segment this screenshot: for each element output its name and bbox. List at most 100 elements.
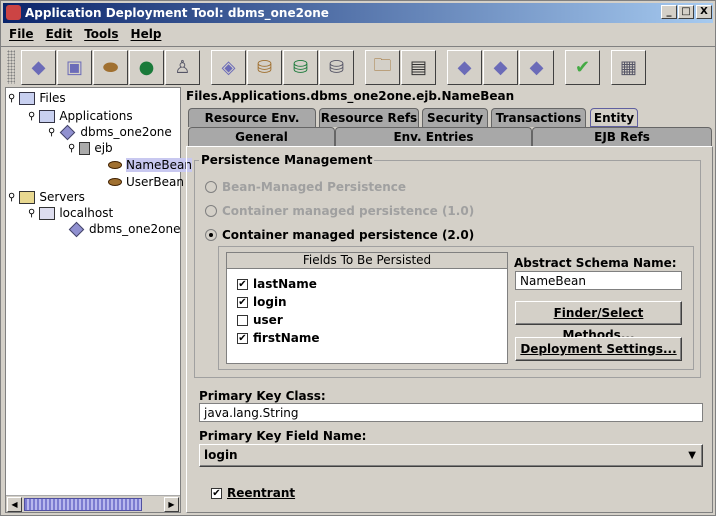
field-name: user [253, 313, 283, 327]
finder-select-methods-button[interactable]: Finder/Select Methods... [515, 301, 682, 342]
bean-icon [108, 161, 122, 169]
servers-icon [19, 190, 36, 204]
radio-circle [205, 229, 217, 241]
tree-node-app[interactable]: ⚲ dbms_one2one [48, 124, 172, 140]
tree-node-applications[interactable]: ⚲ Applications [28, 109, 133, 123]
radio-bean-managed[interactable]: Bean-Managed Persistence [205, 180, 406, 194]
schema-name-input[interactable]: NameBean [515, 271, 682, 290]
pk-class-label: Primary Key Class: [199, 389, 326, 403]
app-icon [6, 5, 21, 20]
tab-env-entries[interactable]: Env. Entries [335, 127, 532, 146]
toolbar-grip[interactable] [7, 50, 15, 84]
expand-icon[interactable]: ⚲ [48, 127, 55, 138]
new-application-icon[interactable]: ◆ [21, 50, 56, 85]
open-icon[interactable]: 🗀 [365, 50, 400, 85]
radio-circle [205, 205, 217, 217]
expand-icon[interactable]: ⚲ [8, 93, 15, 104]
expand-icon[interactable]: ⚲ [68, 143, 75, 154]
tree-node-ejb[interactable]: ⚲ ejb [68, 141, 113, 155]
add-web-jar-icon[interactable]: ⛁ [283, 50, 318, 85]
maximize-button[interactable]: □ [678, 5, 694, 19]
add-bean-jar-icon[interactable]: ⛁ [247, 50, 282, 85]
tab-transactions[interactable]: Transactions [491, 108, 586, 127]
window-title: Application Deployment Tool: dbms_one2on… [25, 6, 329, 20]
fields-table: Fields To Be Persisted ✔ lastName ✔ login us… [226, 252, 508, 364]
tree-node-deployed-app[interactable]: dbms_one2one [68, 221, 180, 237]
menu-edit[interactable]: Edit [40, 25, 79, 43]
radio-cmp-1[interactable]: Container managed persistence (1.0) [205, 204, 474, 218]
scroll-right-icon[interactable]: ▶ [164, 497, 179, 512]
new-bean-icon[interactable]: ⬬ [93, 50, 128, 85]
expand-icon[interactable]: ⚲ [28, 208, 35, 219]
add-client-jar-icon[interactable]: ⛁ [319, 50, 354, 85]
close-button[interactable]: X [696, 5, 712, 19]
checkbox-box: ✔ [211, 487, 222, 499]
tab-general[interactable]: General [188, 127, 335, 146]
tab-entity[interactable]: Entity [590, 108, 638, 127]
button-label: Deployment Settings... [520, 342, 677, 356]
tree-node-servers[interactable]: ⚲ Servers [8, 190, 85, 204]
checkbox-box[interactable]: ✔ [237, 296, 248, 308]
reentrant-checkbox[interactable]: ✔ Reentrant [211, 486, 295, 500]
pk-class-input[interactable]: java.lang.String [199, 403, 703, 422]
new-ejb-icon[interactable]: ▣ [57, 50, 92, 85]
pk-field-label: Primary Key Field Name: [199, 429, 367, 443]
tab-security[interactable]: Security [422, 108, 488, 127]
pk-field-select[interactable]: login ▼ [199, 444, 703, 467]
deploy-icon[interactable]: ◆ [447, 50, 482, 85]
scroll-left-icon[interactable]: ◀ [7, 497, 22, 512]
new-web-icon[interactable]: ● [129, 50, 164, 85]
tree-node-files[interactable]: ⚲ Files [8, 91, 66, 105]
minimize-button[interactable]: _ [661, 5, 677, 19]
tab-resource-refs[interactable]: Resource Refs [319, 108, 419, 127]
verify-icon[interactable]: ✔ [565, 50, 600, 85]
undeploy-icon[interactable]: ◆ [483, 50, 518, 85]
toolbar: ◆ ▣ ⬬ ● ♙ ◈ ⛁ ⛁ ⛁ 🗀 ▤ ◆ ◆ ◆ ✔ ▦ [1, 46, 716, 86]
expand-icon[interactable]: ⚲ [8, 192, 15, 203]
chevron-down-icon[interactable]: ▼ [688, 445, 696, 466]
schema-name-label: Abstract Schema Name: [514, 256, 677, 270]
tree-node-userbean[interactable]: UserBean [108, 175, 184, 189]
radio-circle [205, 181, 217, 193]
scroll-thumb[interactable] [24, 498, 142, 511]
save-icon[interactable]: ▤ [401, 50, 436, 85]
checkbox-box[interactable]: ✔ [237, 332, 248, 344]
tree-panel: ⚲ Files ⚲ Applications ⚲ dbms_one2one ⚲ ejb … [5, 87, 192, 513]
jar-icon [79, 141, 91, 155]
checkbox-box[interactable] [237, 314, 248, 326]
checkbox-box[interactable]: ✔ [237, 278, 248, 290]
field-name: login [253, 295, 287, 309]
group-title: Persistence Management [201, 153, 373, 167]
field-row-lastName[interactable]: ✔ lastName [237, 277, 317, 291]
update-icon[interactable]: ◆ [519, 50, 554, 85]
field-name: lastName [253, 277, 317, 291]
fields-table-header: Fields To Be Persisted [227, 253, 507, 269]
new-client-icon[interactable]: ♙ [165, 50, 200, 85]
breadcrumb: Files.Applications.dbms_one2one.ejb.Name… [186, 89, 515, 103]
selected-value: login [204, 448, 238, 462]
tab-ejb-refs[interactable]: EJB Refs [532, 127, 712, 146]
field-row-login[interactable]: ✔ login [237, 295, 287, 309]
application-icon [60, 124, 76, 140]
expand-icon[interactable]: ⚲ [28, 111, 35, 122]
menu-file[interactable]: File [3, 25, 40, 43]
application-icon [68, 221, 85, 237]
menu-help[interactable]: Help [125, 25, 168, 43]
add-ejb-icon[interactable]: ◈ [211, 50, 246, 85]
tab-resource-env-refs[interactable]: Resource Env. Refs [188, 108, 316, 143]
radio-cmp-2[interactable]: Container managed persistence (2.0) [205, 228, 474, 242]
deployment-settings-button[interactable]: Deployment Settings... [515, 337, 682, 361]
tree-node-namebean[interactable]: NameBean [108, 158, 192, 172]
menu-tools[interactable]: Tools [78, 25, 124, 43]
title-bar: Application Deployment Tool: dbms_one2on… [3, 3, 713, 23]
folder-icon [39, 109, 56, 123]
field-row-firstName[interactable]: ✔ firstName [237, 331, 319, 345]
menu-bar: File Edit Tools Help [3, 25, 167, 45]
field-row-user[interactable]: user [237, 313, 283, 327]
descriptor-viewer-icon[interactable]: ▦ [611, 50, 646, 85]
horizontal-scrollbar[interactable]: ◀ ▶ [6, 495, 180, 512]
folder-icon [19, 91, 36, 105]
field-name: firstName [253, 331, 320, 345]
tree-node-localhost[interactable]: ⚲ localhost [28, 206, 113, 220]
bean-icon [108, 178, 122, 186]
